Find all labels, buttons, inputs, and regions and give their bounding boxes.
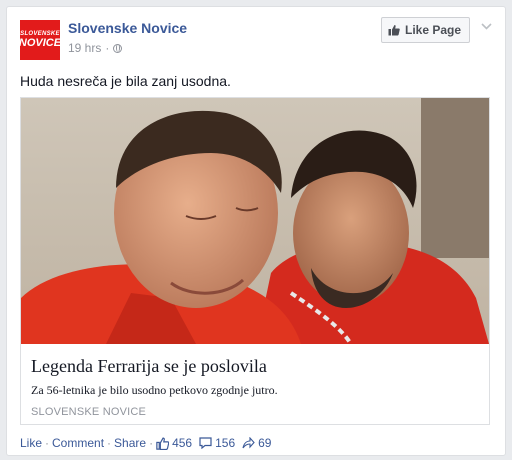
action-separator: · xyxy=(45,436,50,450)
logo-line-2: NOVICE xyxy=(18,37,62,49)
page-name-link[interactable]: Slovenske Novice xyxy=(68,20,187,36)
globe-icon xyxy=(113,43,123,53)
action-separator: · xyxy=(107,436,112,450)
attachment-photo[interactable] xyxy=(21,98,489,344)
like-link[interactable]: Like xyxy=(20,436,42,450)
attachment-description: Za 56-letnika je bilo usodno petkovo zgo… xyxy=(31,383,278,397)
post-actions: Like · Comment · Share · 456 156 69 xyxy=(20,436,271,450)
comments-count-value: 156 xyxy=(215,436,236,450)
attachment-source: SLOVENSKE NOVICE xyxy=(31,406,147,418)
comment-link[interactable]: Comment xyxy=(52,436,104,450)
likes-count-value: 456 xyxy=(172,436,193,450)
post-timestamp[interactable]: 19 hrs xyxy=(68,41,101,55)
share-arrow-icon xyxy=(242,437,255,449)
like-page-button[interactable]: Like Page xyxy=(381,17,471,43)
likes-count[interactable]: 456 xyxy=(156,436,192,450)
comment-bubble-icon xyxy=(199,437,212,449)
link-attachment[interactable]: Legenda Ferrarija se je poslovila Za 56-… xyxy=(20,97,490,425)
shares-count[interactable]: 69 xyxy=(242,436,271,450)
post-meta: 19 hrs · xyxy=(68,41,123,55)
like-page-label: Like Page xyxy=(405,23,462,37)
post-card: SLOVENSKE NOVICE Slovenske Novice 19 hrs… xyxy=(6,6,506,456)
shares-count-value: 69 xyxy=(258,436,272,450)
thumbs-up-icon xyxy=(388,25,400,36)
thumbs-up-icon xyxy=(156,436,170,450)
chevron-down-icon[interactable] xyxy=(479,19,493,33)
post-message: Huda nesreča je bila zanj usodna. xyxy=(20,73,231,89)
photo-illustration xyxy=(21,98,489,344)
comments-count[interactable]: 156 xyxy=(199,436,235,450)
page-logo[interactable]: SLOVENSKE NOVICE xyxy=(18,20,62,60)
attachment-title[interactable]: Legenda Ferrarija se je poslovila xyxy=(31,356,267,377)
meta-separator: · xyxy=(105,41,110,55)
action-separator: · xyxy=(149,436,154,450)
share-link[interactable]: Share xyxy=(114,436,146,450)
